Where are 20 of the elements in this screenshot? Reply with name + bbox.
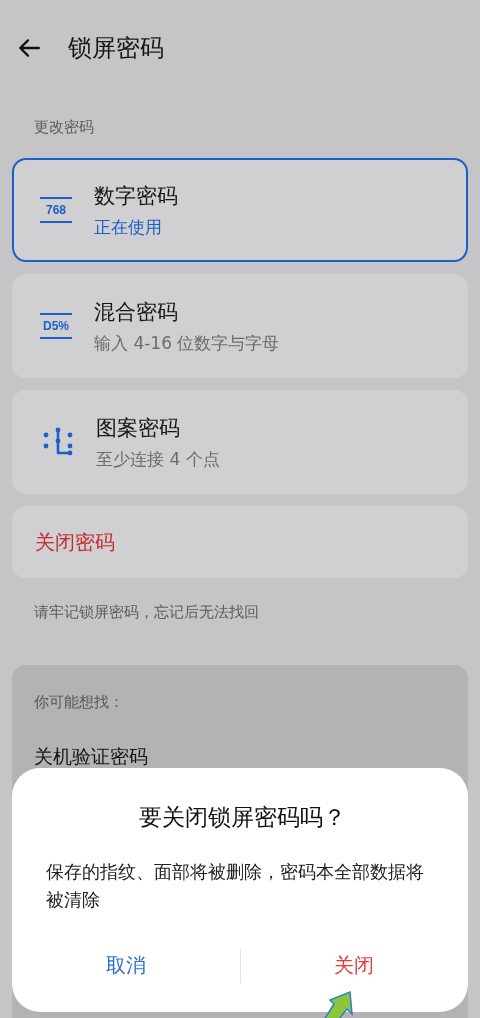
section-label: 更改密码 <box>33 117 95 137</box>
password-option-card[interactable]: 图案密码 至少连接 4 个点 <box>12 390 468 494</box>
dialog-message: 保存的指纹、面部将被删除，密码本全部数据将被清除 <box>46 860 425 912</box>
password-option-card[interactable]: 768 数字密码 正在使用 <box>12 158 468 262</box>
close-password-button[interactable]: 关闭密码 <box>12 506 468 578</box>
note-text: 请牢记锁屏密码，忘记后无法找回 <box>33 602 260 622</box>
option-title: 混合密码 <box>94 298 179 326</box>
option-subtitle: 正在使用 <box>94 215 163 239</box>
option-subtitle: 至少连接 4 个点 <box>96 447 220 471</box>
dialog-title: 要关闭锁屏密码吗？ <box>138 803 346 832</box>
option-title: 图案密码 <box>96 414 181 442</box>
option-title: 数字密码 <box>94 182 178 210</box>
option-subtitle: 输入 4-16 位数字与字母 <box>94 331 280 355</box>
dialog-button[interactable]: 关闭 <box>240 944 468 987</box>
suggestions-title: 你可能想找： <box>34 693 125 712</box>
dialog-button[interactable]: 取消 <box>12 944 240 987</box>
page-title: 锁屏密码 <box>68 33 164 64</box>
pattern-icon <box>42 426 74 458</box>
password-option-card[interactable]: D5% 混合密码 输入 4-16 位数字与字母 <box>12 274 468 378</box>
suggestion-link[interactable]: 关机验证密码 <box>34 744 446 770</box>
